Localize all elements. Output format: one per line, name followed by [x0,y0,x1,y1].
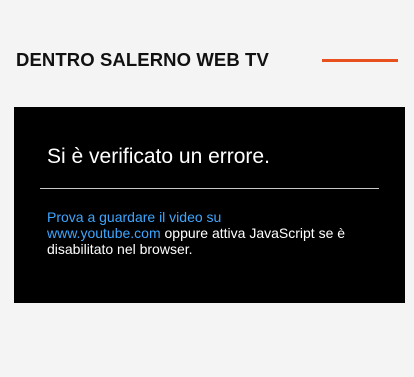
error-title: Si è verificato un errore. [47,145,270,168]
error-message: Prova a guardare il video su www.youtube.… [47,209,377,257]
youtube-link-line1: Prova a guardare il video su [47,209,222,225]
embedded-video-player[interactable]: Si è verificato un errore. Prova a guard… [14,107,405,303]
error-divider [40,188,379,189]
section-header: DENTRO SALERNO WEB TV [16,46,398,74]
section-title: DENTRO SALERNO WEB TV [16,49,269,70]
title-accent-rule [322,59,398,62]
youtube-link-url: www.youtube.com [47,225,161,241]
